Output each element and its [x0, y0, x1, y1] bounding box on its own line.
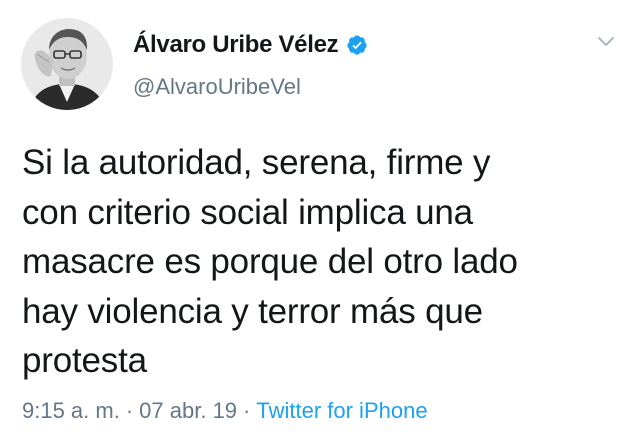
- verified-badge-icon: [346, 34, 368, 56]
- tweet-card: Álvaro Uribe Vélez @AlvaroUribeVel Si la…: [0, 0, 623, 447]
- display-name[interactable]: Álvaro Uribe Vélez: [133, 31, 339, 59]
- meta-separator: ·: [125, 398, 134, 423]
- tweet-time[interactable]: 9:15 a. m.: [22, 398, 120, 424]
- avatar[interactable]: [21, 18, 113, 110]
- meta-separator: ·: [243, 398, 251, 423]
- tweet-source-link[interactable]: Twitter for iPhone: [256, 398, 427, 424]
- avatar-image: [21, 18, 113, 110]
- chevron-down-icon[interactable]: [597, 35, 615, 47]
- tweet-text: Si la autoridad, serena, firme y con cri…: [22, 143, 518, 380]
- tweet-date[interactable]: 07 abr. 19: [139, 398, 237, 424]
- author-handle[interactable]: @AlvaroUribeVel: [133, 74, 301, 100]
- tweet-meta: 9:15 a. m. · 07 abr. 19 · Twitter for iP…: [22, 398, 428, 424]
- author-name-row[interactable]: Álvaro Uribe Vélez: [133, 30, 368, 60]
